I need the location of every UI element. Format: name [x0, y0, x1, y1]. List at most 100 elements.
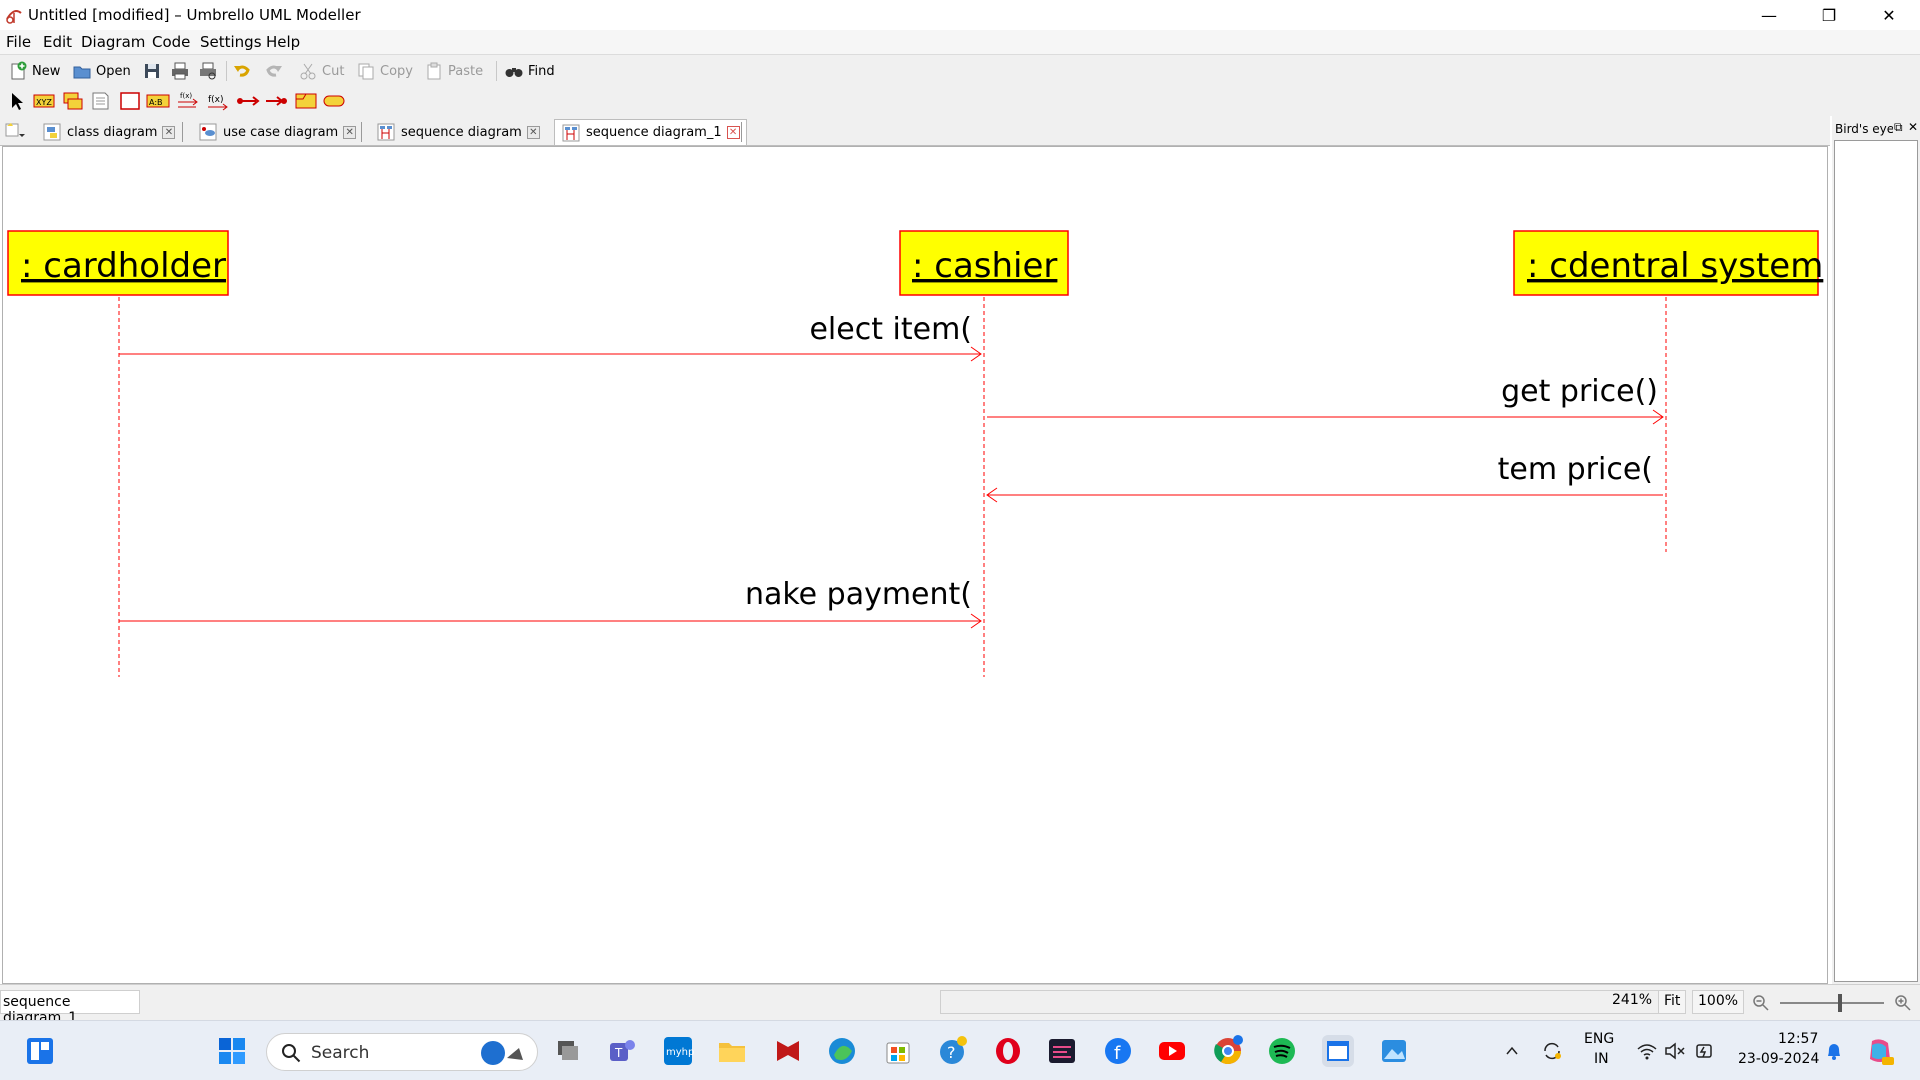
menu-diagram[interactable]: Diagram	[81, 33, 145, 51]
object-name: : cardholder	[21, 246, 226, 286]
photos-icon[interactable]	[1378, 1035, 1410, 1067]
open-label: Open	[96, 63, 131, 79]
teams-icon[interactable]: T	[606, 1035, 638, 1067]
data-app-icon[interactable]	[1046, 1035, 1078, 1067]
close-panel-icon[interactable]: ✕	[1908, 120, 1918, 134]
copy-icon	[358, 63, 374, 80]
new-tab-menu-icon[interactable]	[4, 122, 26, 140]
clock-time[interactable]: 12:57	[1778, 1031, 1818, 1047]
close-tab-icon[interactable]: ✕	[343, 125, 357, 139]
menu-file[interactable]: File	[6, 33, 31, 51]
object-cardholder[interactable]: : cardholder	[7, 230, 229, 296]
taskbar-search[interactable]: Search	[266, 1033, 538, 1071]
paste-button[interactable]: Paste	[424, 59, 483, 83]
status-diagram-name: sequence diagram_1	[0, 990, 140, 1026]
open-button[interactable]: Open	[72, 59, 131, 83]
youtube-icon[interactable]	[1156, 1035, 1188, 1067]
zoom-out-icon[interactable]	[1752, 994, 1770, 1012]
close-tab-icon[interactable]: ✕	[526, 125, 540, 139]
wifi-icon[interactable]	[1636, 1041, 1658, 1061]
diagram-tool-strip: XYZ A:B f(x) f(x)	[0, 86, 1920, 116]
select-arrow-icon[interactable]	[6, 91, 30, 111]
birds-eye-panel: Bird's eye ⧉ ✕	[1832, 116, 1920, 984]
print-button[interactable]	[170, 59, 190, 83]
task-view-icon[interactable]	[552, 1035, 584, 1067]
sync-icon[interactable]	[1540, 1039, 1564, 1063]
file-explorer-icon[interactable]	[716, 1035, 748, 1067]
message-get-price[interactable]: get price()	[987, 374, 1664, 425]
close-tab-icon[interactable]: ✕	[162, 125, 176, 139]
box-tool-icon[interactable]	[118, 91, 142, 111]
paste-label: Paste	[448, 63, 484, 79]
chrome-icon[interactable]	[1212, 1035, 1244, 1067]
zoom-fit-button[interactable]: Fit	[1658, 990, 1687, 1014]
float-panel-icon[interactable]: ⧉	[1894, 120, 1903, 135]
tab-label: sequence diagram_1	[586, 125, 722, 140]
copy-button[interactable]: Copy	[356, 59, 413, 83]
close-window-button[interactable]: ✕	[1860, 0, 1918, 30]
precondition-tool-icon[interactable]	[322, 91, 346, 111]
tab-label: sequence diagram	[401, 124, 522, 140]
tab-sequence-diagram[interactable]: sequence diagram ✕	[370, 119, 546, 145]
tab-sequence-diagram-1[interactable]: sequence diagram_1 ✕	[554, 119, 747, 145]
edge-icon[interactable]	[826, 1035, 858, 1067]
find-button[interactable]: Find	[504, 59, 555, 83]
new-button[interactable]: New	[8, 59, 60, 83]
redo-button[interactable]	[264, 59, 284, 83]
clock-date[interactable]: 23-09-2024	[1738, 1051, 1819, 1067]
save-button[interactable]	[142, 59, 162, 83]
tab-class-diagram[interactable]: class diagram ✕	[36, 119, 181, 145]
zoom-100-button[interactable]: 100%	[1692, 990, 1745, 1014]
birds-eye-view[interactable]	[1834, 140, 1918, 982]
paste-icon	[427, 62, 441, 80]
opera-icon[interactable]	[992, 1035, 1024, 1067]
minimize-button[interactable]: —	[1740, 0, 1798, 30]
message-make-payment[interactable]: nake payment(	[119, 577, 982, 629]
message-select-item[interactable]: elect item(	[119, 312, 982, 362]
umbrello-taskbar-icon[interactable]	[1322, 1035, 1354, 1067]
widgets-icon[interactable]	[24, 1035, 56, 1067]
copilot-icon[interactable]	[1864, 1035, 1896, 1067]
text-line-tool-icon[interactable]: A:B	[146, 91, 170, 111]
language-code[interactable]: ENG	[1584, 1031, 1614, 1047]
facebook-icon[interactable]: f	[1102, 1035, 1134, 1067]
object-tool-icon[interactable]: XYZ	[32, 91, 56, 111]
help-icon[interactable]: ?	[936, 1035, 968, 1067]
cut-button[interactable]: Cut	[298, 59, 344, 83]
battery-charging-icon[interactable]	[1694, 1041, 1716, 1061]
print-preview-button[interactable]	[198, 59, 218, 83]
svg-text:f(x): f(x)	[180, 92, 192, 100]
multi-object-tool-icon[interactable]	[60, 91, 84, 111]
undo-button[interactable]	[232, 59, 252, 83]
region-code[interactable]: IN	[1594, 1051, 1609, 1067]
notification-bell-icon[interactable]	[1824, 1041, 1844, 1061]
lost-message-tool-icon[interactable]	[264, 91, 288, 111]
sync-message-tool-icon[interactable]: f(x)	[176, 91, 200, 111]
zoom-in-icon[interactable]	[1894, 994, 1912, 1012]
zoom-slider-handle[interactable]	[1838, 994, 1842, 1012]
object-cashier[interactable]: : cashier	[899, 230, 1069, 296]
found-message-tool-icon[interactable]	[236, 91, 260, 111]
async-message-tool-icon[interactable]: f(x)	[206, 91, 230, 111]
mcafee-icon[interactable]	[772, 1035, 804, 1067]
spotify-icon[interactable]	[1266, 1035, 1298, 1067]
menu-code[interactable]: Code	[152, 33, 190, 51]
search-icon	[282, 1044, 301, 1063]
menu-help[interactable]: Help	[266, 33, 300, 51]
speaker-muted-icon[interactable]	[1664, 1041, 1686, 1061]
object-central-system[interactable]: : cdentral system	[1513, 230, 1823, 296]
combined-fragment-tool-icon[interactable]	[294, 91, 318, 111]
microsoft-store-icon[interactable]	[882, 1035, 914, 1067]
zoom-slider[interactable]	[1780, 1002, 1884, 1004]
menu-edit[interactable]: Edit	[43, 33, 72, 51]
message-item-price[interactable]: tem price(	[986, 452, 1663, 503]
menu-settings[interactable]: Settings	[200, 33, 262, 51]
chevron-up-icon[interactable]	[1504, 1043, 1520, 1059]
restore-button[interactable]: ❐	[1800, 0, 1858, 30]
note-tool-icon[interactable]	[88, 91, 112, 111]
myhp-icon[interactable]: myhp	[662, 1035, 694, 1067]
tab-use-case-diagram[interactable]: use case diagram ✕	[192, 119, 362, 145]
close-tab-icon[interactable]: ✕	[726, 126, 740, 139]
diagram-canvas[interactable]: : cardholder : cashier : cdentral system…	[2, 146, 1828, 984]
windows-start-icon[interactable]	[216, 1035, 248, 1067]
